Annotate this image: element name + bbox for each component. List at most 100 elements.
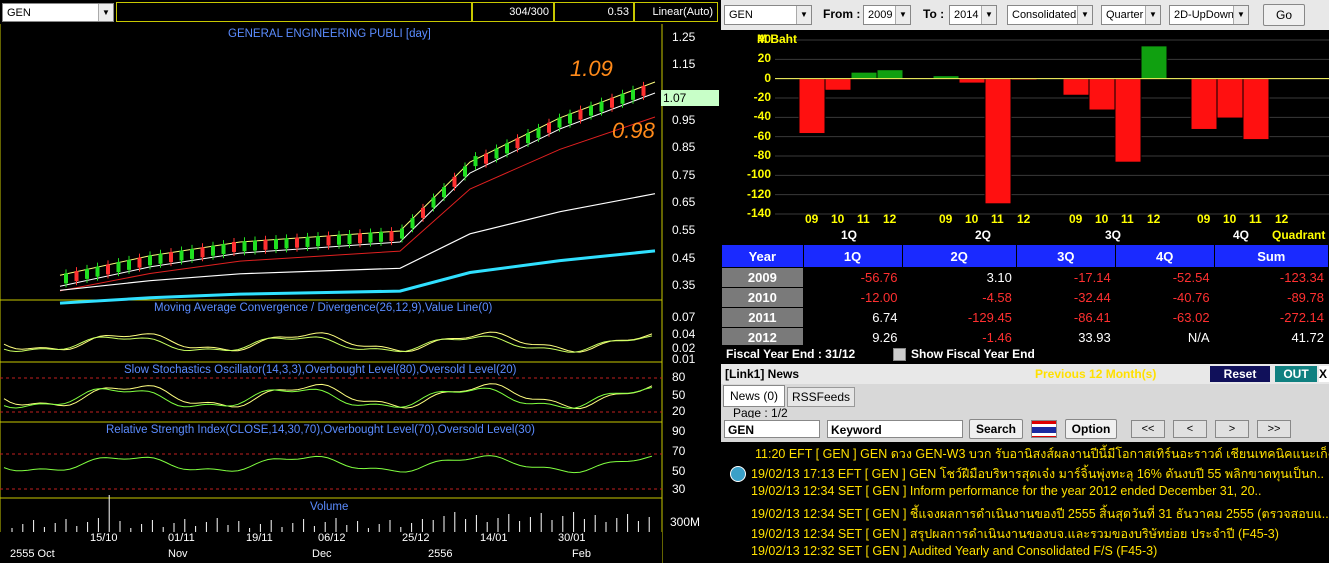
fin-bar: [824, 78, 852, 91]
fin-year-tick: 11: [991, 212, 1004, 226]
last-price-tag: 1.07: [661, 90, 719, 106]
show-fiscal-label: Show Fiscal Year End: [911, 347, 1035, 361]
macd-tick: 0.04: [672, 327, 696, 341]
news-item[interactable]: 19/02/13 12:34 SET [ GEN ] Inform perfor…: [751, 484, 1261, 498]
chevron-down-icon[interactable]: ▼: [1233, 6, 1248, 24]
month-label: 2556: [428, 548, 453, 560]
fin-year-tick: 12: [1147, 212, 1161, 226]
fin-year-tick: 09: [805, 212, 819, 226]
news-item[interactable]: 19/02/13 12:34 SET [ GEN ] สรุปผลการดำเน…: [751, 524, 1279, 544]
price-tick: 0.55: [672, 223, 696, 237]
table-cell: -52.54: [1114, 267, 1215, 288]
table-cell: -4.58: [901, 287, 1017, 308]
financial-toolbar: GEN ▼ From : 2009 ▼ To : 2014 ▼ Consolid…: [721, 0, 1329, 30]
news-item[interactable]: 19/02/13 17:13 EFT [ GEN ] GEN โชว์ฝีมือ…: [751, 464, 1324, 484]
news-symbol-input[interactable]: GEN: [724, 420, 820, 438]
tab-news[interactable]: News (0): [723, 385, 785, 407]
table-header: 1Q: [802, 244, 903, 268]
view-select[interactable]: 2D-UpDown ▼: [1169, 5, 1249, 25]
period-value: Quarter: [1106, 9, 1144, 21]
tab-rss[interactable]: RSSFeeds: [787, 387, 855, 407]
stoch-d-line: [3, 387, 653, 409]
news-item[interactable]: 19/02/13 12:32 SET [ GEN ] Audited Yearl…: [751, 544, 1157, 558]
fin-quarter-label: 4Q: [1233, 228, 1250, 242]
fin-symbol-value: GEN: [729, 9, 753, 21]
ma-short-line: [59, 81, 656, 276]
month-label: 2555 Oct: [10, 548, 55, 560]
stoch-title: Slow Stochastics Oscillator(14,3,3),Over…: [124, 364, 517, 376]
counter-value: 304/300: [509, 6, 549, 18]
fin-bar: [984, 78, 1012, 205]
fin-y-tick: -20: [753, 90, 771, 104]
thai-flag-icon[interactable]: [1031, 420, 1057, 438]
chevron-down-icon[interactable]: ▼: [1145, 6, 1160, 24]
chevron-down-icon[interactable]: ▼: [796, 6, 811, 24]
news-item[interactable]: 19/02/13 12:34 SET [ GEN ] ชี้แจงผลการดำ…: [751, 504, 1329, 524]
table-cell: 3.10: [901, 267, 1017, 288]
chart-panel: GEN ▼ 304/300 0.53 Linear(Auto) GENERAL …: [0, 0, 719, 563]
volume-tick: 300M: [670, 515, 701, 529]
news-list: 11:20 EFT [ GEN ] GEN ดวง GEN-W3 บวก รับ…: [721, 442, 1329, 563]
month-label: Nov: [168, 548, 188, 560]
fin-y-tick: -140: [746, 206, 771, 220]
option-button[interactable]: Option: [1065, 419, 1117, 439]
macd-tick: 0.01: [672, 352, 696, 366]
price-tick: 0.85: [672, 140, 696, 155]
fin-bar: [1114, 78, 1142, 163]
news-filter: GEN Keyword Search Option << < > >>: [721, 418, 1329, 442]
chevron-down-icon[interactable]: ▼: [895, 6, 910, 24]
chevron-down-icon[interactable]: ▼: [98, 4, 113, 21]
indicator-lines: [3, 331, 653, 474]
out-button[interactable]: OUT: [1275, 366, 1317, 382]
fin-bar: [1216, 78, 1244, 119]
price-tick: 1.15: [672, 57, 696, 72]
from-select[interactable]: 2009 ▼: [863, 5, 911, 25]
show-fiscal-checkbox[interactable]: [893, 348, 906, 361]
search-button[interactable]: Search: [969, 419, 1023, 439]
table-header: Sum: [1213, 244, 1329, 268]
mode-select[interactable]: Consolidated ▼: [1007, 5, 1093, 25]
date-label: 15/10: [90, 532, 118, 544]
to-select[interactable]: 2014 ▼: [949, 5, 997, 25]
chart-toolbar: GEN ▼ 304/300 0.53 Linear(Auto): [0, 0, 719, 24]
fin-year-tick: 09: [1197, 212, 1211, 226]
price-low-label: 0.98: [612, 118, 655, 143]
mode-value: Consolidated: [1012, 9, 1077, 21]
date-label: 01/11: [168, 532, 195, 544]
scale-value: Linear(Auto): [652, 6, 713, 18]
go-button[interactable]: Go: [1263, 4, 1305, 26]
table-cell: -123.34: [1213, 267, 1329, 288]
table-cell: -129.45: [901, 307, 1017, 328]
news-globe-icon: [730, 466, 746, 482]
period-select[interactable]: Quarter ▼: [1101, 5, 1161, 25]
table-cell: -12.00: [802, 287, 903, 308]
table-cell: -32.44: [1015, 287, 1116, 308]
reset-button[interactable]: Reset: [1210, 366, 1270, 382]
technical-chart[interactable]: [0, 24, 719, 563]
from-value: 2009: [868, 9, 893, 21]
keyword-input[interactable]: Keyword: [827, 420, 963, 438]
first-page-button[interactable]: <<: [1131, 420, 1165, 438]
date-label: 25/12: [402, 532, 430, 544]
fin-y-tick: 20: [757, 51, 771, 66]
stoch-tick: 50: [672, 388, 686, 402]
table-header: 4Q: [1114, 244, 1215, 268]
table-year-cell: 2010: [721, 287, 804, 308]
macd-tick: 0.07: [672, 310, 696, 324]
fin-y-tick: -120: [746, 186, 771, 201]
prev-page-button[interactable]: <: [1173, 420, 1207, 438]
fin-y-tick: 0: [764, 70, 771, 85]
news-item[interactable]: 11:20 EFT [ GEN ] GEN ดวง GEN-W3 บวก รับ…: [755, 444, 1329, 464]
date-axis: 15/10 01/11 19/11 06/12 25/12 14/01 30/01 2555…: [0, 532, 662, 563]
date-label: 19/11: [246, 532, 273, 544]
last-page-button[interactable]: >>: [1257, 420, 1291, 438]
chevron-down-icon[interactable]: ▼: [1077, 6, 1092, 24]
symbol-select[interactable]: GEN ▼: [2, 3, 114, 22]
fin-symbol-select[interactable]: GEN ▼: [724, 5, 812, 25]
table-cell: 6.74: [802, 307, 903, 328]
chevron-down-icon[interactable]: ▼: [981, 6, 996, 24]
scale-box[interactable]: Linear(Auto): [634, 2, 718, 22]
close-icon[interactable]: X: [1319, 366, 1329, 382]
next-page-button[interactable]: >: [1215, 420, 1249, 438]
value-readout: 0.53: [607, 6, 629, 18]
